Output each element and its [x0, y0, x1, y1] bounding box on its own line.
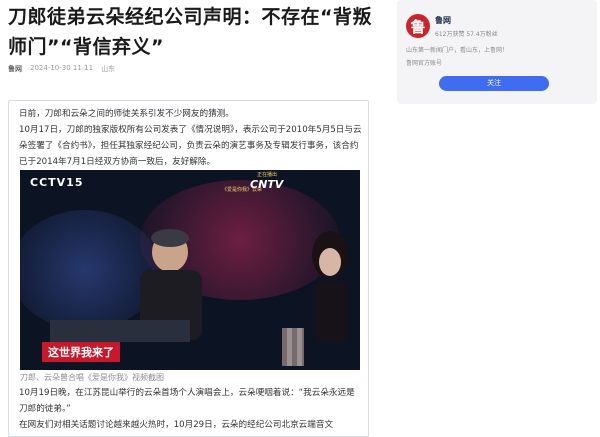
article-meta: 鲁网 2024-10-30 11:11 山东	[8, 64, 115, 74]
video-screenshot: CCTV15 正在播出 《爱是你我》云朵 CNTV 这世界我来了	[20, 170, 360, 370]
article-body: 日前，刀郎和云朵之间的师徒关系引发不少网友的猜测。 10月17日，刀郎的独家版权…	[8, 100, 369, 437]
article-source[interactable]: 鲁网	[8, 64, 22, 74]
article-paragraph-2: 10月17日，刀郎的独家版权所有公司发表了《情况说明》，表示公司于2010年5月…	[19, 125, 362, 167]
video-banner: 这世界我来了	[42, 342, 120, 362]
live-label: 正在播出	[257, 172, 278, 178]
account-logo-icon[interactable]: 鲁	[406, 14, 430, 38]
account-stats: 612万获赞 57.4万粉丝	[435, 31, 498, 38]
article-paragraph-3: 10月19日晚，在江苏昆山举行的云朵首场个人演唱会上，云朵哽咽着说：“我云朵永远…	[19, 388, 355, 414]
article-title: 刀郎徒弟云朵经纪公司声明：不存在“背叛师门”“背信弃义”	[8, 6, 372, 58]
account-name[interactable]: 鲁网	[435, 15, 451, 26]
performers-illustration	[50, 229, 348, 342]
article-paragraph-4: 在网友们对相关话题讨论越来越火热时，10月29日，云朵的经纪公司北京云端音文	[19, 420, 334, 430]
channel-logo: CCTV15	[30, 176, 84, 189]
article-datetime: 2024-10-30 11:11	[30, 64, 94, 72]
channel-logo-right: CNTV	[250, 178, 284, 191]
article-paragraph-1: 日前，刀郎和云朵之间的师徒关系引发不少网友的猜测。	[19, 109, 234, 119]
account-official-label: 鲁网官方账号	[406, 60, 443, 67]
follow-button[interactable]: 关注	[439, 76, 549, 91]
video-caption: 刀郎、云朵曾合唱《爱是你我》视频截图	[20, 373, 164, 382]
mosaic-blur	[282, 328, 304, 366]
article-region: 山东	[101, 65, 116, 73]
account-card: 鲁 鲁网 612万获赞 57.4万粉丝 山东第一新闻门户，看山东，上鲁网！ 鲁网…	[397, 0, 597, 104]
account-description: 山东第一新闻门户，看山东，上鲁网！	[406, 47, 509, 54]
